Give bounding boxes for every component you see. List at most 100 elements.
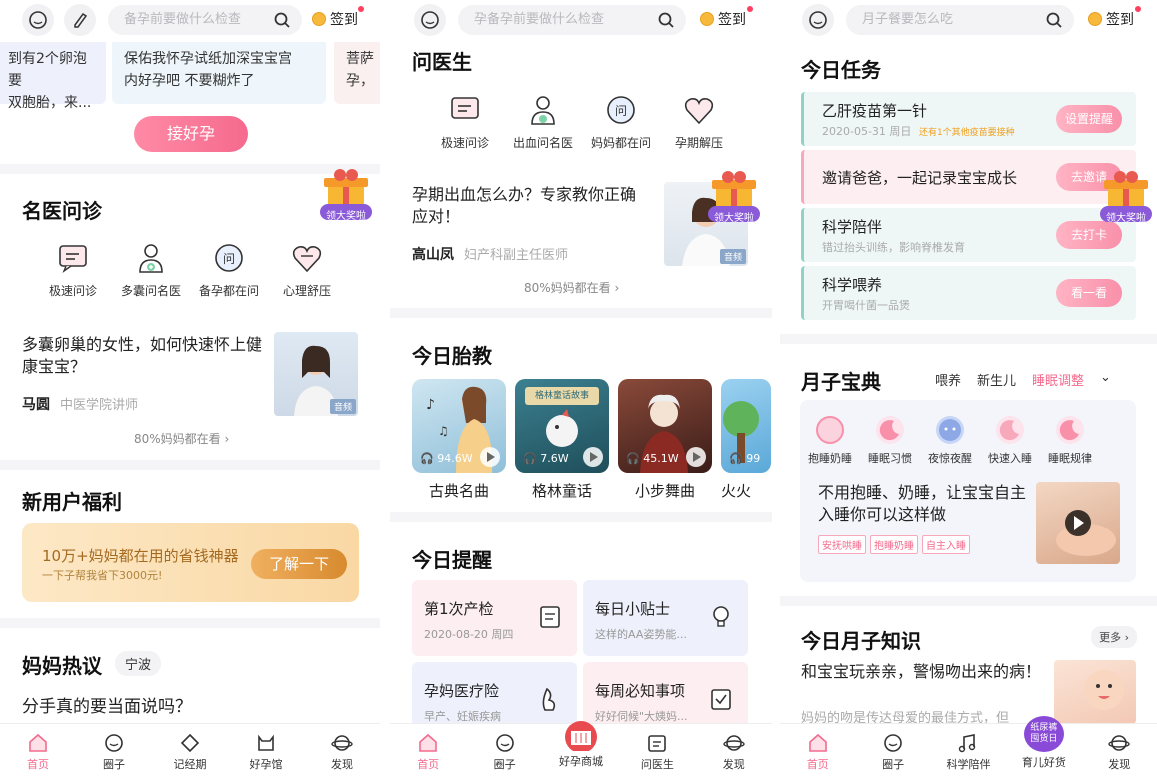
stress-relief-button[interactable]: 心理舒压 xyxy=(268,240,346,299)
task-card[interactable]: 乙肝疫苗第一针 2020-05-31 周日 还有1个其他疫苗要接种 设置提醒 xyxy=(801,92,1136,146)
tab-newborn[interactable]: 新生儿 xyxy=(977,370,1016,389)
reminder-subtitle: 早产、妊娠疾病 xyxy=(424,710,501,723)
baby-face-image xyxy=(1084,670,1124,710)
nav-mall[interactable]: 好孕商城 xyxy=(546,720,616,769)
gift-icon[interactable]: 领大奖啦 xyxy=(314,166,378,224)
bottom-nav: 首页 圈子 记经期 好孕馆 发现 xyxy=(0,723,380,779)
music-label: 火火 xyxy=(721,482,752,500)
music-card[interactable]: 🎧 99 xyxy=(721,379,771,473)
nav-period[interactable]: 记经期 xyxy=(155,732,225,772)
readers-link[interactable]: 80%妈妈都在看 › xyxy=(524,279,619,296)
sleep-topic-button[interactable]: 夜惊夜醒 xyxy=(920,416,980,466)
music-card[interactable]: ♪ ♫ 🎧 94.6W xyxy=(412,379,506,473)
edit-button[interactable] xyxy=(64,4,96,36)
nav-goods[interactable]: 纸尿裤 囤货日 育儿好货 xyxy=(1009,715,1079,770)
city-tag[interactable]: 宁波 xyxy=(115,651,162,676)
search-input[interactable]: 备孕前要做什么检查 xyxy=(108,5,302,35)
task-card[interactable]: 科学陪伴 错过抬头训练，影响脊椎发育 去打卡 xyxy=(801,208,1136,262)
music-card[interactable]: 🎧 45.1W xyxy=(618,379,712,473)
icon-label: 抱睡奶睡 xyxy=(808,452,852,465)
task-subtitle: 2020-05-31 周日 还有1个其他疫苗要接种 xyxy=(822,125,1015,138)
tab-feeding[interactable]: 喂养 xyxy=(935,370,961,389)
task-card[interactable]: 邀请爸爸，一起记录宝宝成长 去邀请 xyxy=(801,150,1136,204)
reminder-card[interactable]: 每日小贴士 这样的AA姿势能... xyxy=(583,580,748,656)
search-input[interactable]: 月子餐要怎么吃 xyxy=(846,5,1074,35)
reminder-card[interactable]: 第1次产检 2020-08-20 周四 xyxy=(412,580,577,656)
sleep-topic-button[interactable]: 快速入睡 xyxy=(980,416,1040,466)
reminder-subtitle: 2020-08-20 周四 xyxy=(424,628,514,641)
nav-store[interactable]: 好孕馆 xyxy=(231,732,301,772)
more-button[interactable]: 更多 › xyxy=(1091,626,1137,648)
ask-button[interactable]: 问 妈妈都在问 xyxy=(582,92,660,151)
section-title: 今日胎教 xyxy=(412,344,492,368)
profile-button[interactable] xyxy=(802,4,834,36)
ask-button[interactable]: 问 备孕都在问 xyxy=(190,240,268,299)
nav-home[interactable]: 首页 xyxy=(3,732,73,772)
nav-doctor[interactable]: 问医生 xyxy=(622,732,692,772)
post-card[interactable]: 到有2个卵泡要 双胞胎，来... xyxy=(0,38,106,111)
search-input[interactable]: 孕备孕前要做什么检查 xyxy=(458,5,686,35)
doctor-icon-row: 极速问诊 多囊问名医 问 备孕都在问 心理舒压 xyxy=(34,240,346,299)
view-button[interactable]: 看一看 xyxy=(1056,279,1122,307)
pcos-doctor-button[interactable]: 多囊问名医 xyxy=(112,240,190,299)
readers-link[interactable]: 80%妈妈都在看 › xyxy=(134,430,229,447)
video-thumbnail[interactable] xyxy=(1036,482,1120,564)
post-card[interactable]: 保佑我怀孕试纸加深宝宝宫 内好孕吧 不要糊炸了 xyxy=(112,38,326,104)
post-card[interactable]: 菩萨 孕， xyxy=(334,38,380,104)
tag-chip[interactable]: 自主入睡 xyxy=(922,535,970,554)
icon-label: 极速问诊 xyxy=(48,284,97,298)
task-card[interactable]: 科学喂养 开胃喝什菌一品煲 看一看 xyxy=(801,266,1136,320)
knowledge-thumbnail[interactable] xyxy=(1054,660,1136,724)
promo-badge[interactable]: 纸尿裤 囤货日 xyxy=(1023,715,1064,752)
play-icon[interactable] xyxy=(480,447,500,467)
nav-circle[interactable]: 圈子 xyxy=(79,732,149,772)
nav-home[interactable]: 首页 xyxy=(393,732,463,772)
music-card[interactable]: 格林童话故事 🎧 7.6W xyxy=(515,379,609,473)
nav-circle[interactable]: 圈子 xyxy=(858,732,928,772)
conceive-button[interactable]: 接好孕 xyxy=(134,116,248,152)
learn-more-button[interactable]: 了解一下 xyxy=(251,549,347,579)
bleeding-doctor-button[interactable]: 出血问名医 xyxy=(504,92,582,151)
article-card[interactable]: 多囊卵巢的女性，如何快速怀上健康宝宝？ 马圆 中医学院讲师 xyxy=(22,334,262,414)
search-icon[interactable] xyxy=(658,12,674,28)
sleep-topic-button[interactable]: 抱睡奶睡 xyxy=(800,416,860,466)
play-icon[interactable] xyxy=(583,447,603,467)
quick-consult-button[interactable]: 极速问诊 xyxy=(426,92,504,151)
guide-title[interactable]: 不用抱睡、奶睡，让宝宝自主入睡你可以这样做 xyxy=(818,482,1036,526)
stress-relief-button[interactable]: 孕期解压 xyxy=(660,92,738,151)
tag-chip[interactable]: 安抚哄睡 xyxy=(818,535,866,554)
benefit-banner[interactable]: 10万+妈妈都在用的省钱神器 一下子帮我省下3000元! 了解一下 xyxy=(22,523,359,602)
signin-button[interactable]: 签到 xyxy=(1088,6,1141,29)
profile-button[interactable] xyxy=(414,4,446,36)
tab-sleep[interactable]: 睡眠调整 xyxy=(1032,370,1084,389)
gift-icon[interactable]: 领大奖啦 xyxy=(702,168,766,226)
music-label: 小步舞曲 xyxy=(634,482,695,500)
music-label: 格林童话 xyxy=(531,482,592,500)
hot-question[interactable]: 分手真的要当面说吗？ xyxy=(22,692,192,717)
sleep-topic-button[interactable]: 睡眠规律 xyxy=(1040,416,1100,466)
set-reminder-button[interactable]: 设置提醒 xyxy=(1056,105,1122,133)
reminder-title: 每日小贴士 xyxy=(595,600,671,618)
chevron-down-icon[interactable]: ⌄ xyxy=(1100,370,1111,389)
search-icon[interactable] xyxy=(274,12,290,28)
article-thumbnail[interactable]: 音频 xyxy=(274,332,358,416)
nav-circle[interactable]: 圈子 xyxy=(470,732,540,772)
nav-companion[interactable]: 科学陪伴 xyxy=(933,732,1003,772)
nav-discover[interactable]: 发现 xyxy=(1084,732,1154,772)
section-title: 妈妈热议 xyxy=(22,654,102,678)
knowledge-title[interactable]: 和宝宝玩亲亲，警惕吻出来的病！ xyxy=(801,661,1041,683)
sleep-topic-button[interactable]: 睡眠习惯 xyxy=(860,416,920,466)
quick-consult-button[interactable]: 极速问诊 xyxy=(34,240,112,299)
nav-home[interactable]: 首页 xyxy=(783,732,853,772)
nav-discover[interactable]: 发现 xyxy=(307,732,377,772)
signin-button[interactable]: 签到 xyxy=(700,6,753,29)
search-icon[interactable] xyxy=(1046,12,1062,28)
nav-discover[interactable]: 发现 xyxy=(699,732,769,772)
gift-icon[interactable]: 领大奖啦 xyxy=(1094,168,1157,226)
profile-button[interactable] xyxy=(22,4,54,36)
planet-icon xyxy=(1108,734,1130,751)
tag-chip[interactable]: 抱睡奶睡 xyxy=(870,535,918,554)
signin-button[interactable]: 签到 xyxy=(312,6,364,29)
play-icon[interactable] xyxy=(686,447,706,467)
article-card[interactable]: 孕期出血怎么办？专家教你正确应对！ 高山凤 妇产科副主任医师 xyxy=(412,184,648,264)
